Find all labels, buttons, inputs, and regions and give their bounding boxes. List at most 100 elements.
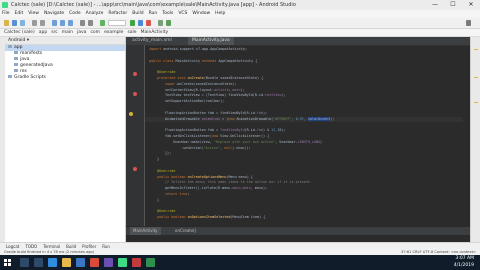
clock-date: 4/1/2019 xyxy=(453,262,474,268)
tree-item[interactable]: Gradle Scripts xyxy=(5,75,125,81)
copy-icon[interactable] xyxy=(60,20,65,26)
code-token: .onCreate(savedInstanceState); xyxy=(175,81,237,86)
editor-tab[interactable]: MainActivity.java xyxy=(188,37,234,45)
breadcrumb-item[interactable]: java xyxy=(77,30,86,35)
app-icon[interactable] xyxy=(132,258,141,267)
android-studio-window: Calctec (sale) [D:\Calctec (sale)] - ...… xyxy=(0,0,480,270)
breadcrumb: Calctec (sale) app src main java com example sa… xyxy=(0,29,480,37)
editor-tab[interactable]: activity_main.xml xyxy=(128,37,176,45)
stop-icon[interactable] xyxy=(146,20,151,26)
code-token: ; xyxy=(187,192,190,196)
menu-item-tools[interactable]: Tools xyxy=(162,11,173,16)
code-token: null xyxy=(223,145,233,150)
project-panel: Android ▾ app manifests java generatedJava r… xyxy=(5,37,126,242)
open-folder-icon[interactable] xyxy=(4,20,9,26)
code-token: LENGTH_LONG xyxy=(297,139,321,144)
menu-item-vcs[interactable]: VCS xyxy=(178,11,187,16)
code-token: (Bundle savedInstanceState) { xyxy=(203,76,264,80)
code-area[interactable]: import android.support.v7.app.AppCompatA… xyxy=(145,45,463,226)
minimize-button[interactable]: — xyxy=(426,0,444,10)
save-icon[interactable] xyxy=(12,20,17,26)
code-line: super.onCreate(savedInstanceState); xyxy=(165,82,236,87)
sync-icon[interactable] xyxy=(20,20,25,26)
code-token: public boolean xyxy=(157,174,188,179)
debug-icon[interactable] xyxy=(138,20,143,26)
warning-marker[interactable] xyxy=(474,77,478,78)
code-line: import android.support.v7.app.AppCompatA… xyxy=(149,47,247,52)
breadcrumb-item[interactable]: main xyxy=(62,30,73,35)
replace-icon[interactable] xyxy=(88,20,93,26)
menu-item-analyze[interactable]: Analyze xyxy=(86,11,104,16)
project-tree: app manifests java generatedJava res Gradle S… xyxy=(5,45,125,81)
android-studio-taskbar-icon[interactable] xyxy=(118,258,127,267)
paste-icon[interactable] xyxy=(68,20,73,26)
store-icon[interactable] xyxy=(76,258,85,267)
menu-item-navigate[interactable]: Navigate xyxy=(44,11,64,16)
menu-item-edit[interactable]: Edit xyxy=(15,11,24,16)
search-everywhere-icon[interactable] xyxy=(466,20,471,26)
code-token: findViewById xyxy=(220,128,245,133)
code-token: return true xyxy=(165,192,188,196)
breadcrumb-item[interactable]: sale xyxy=(127,30,136,35)
close-button[interactable]: ✕ xyxy=(462,0,480,10)
warning-marker[interactable] xyxy=(474,102,478,103)
system-clock[interactable]: 3:07 AM 4/1/2019 xyxy=(454,256,474,269)
undo-icon[interactable] xyxy=(32,20,37,26)
editor-breadcrumb-item[interactable]: onCreate() xyxy=(172,227,199,235)
sdk-manager-icon[interactable] xyxy=(166,20,171,26)
menu-item-build[interactable]: Build xyxy=(132,11,143,16)
project-view-selector[interactable]: Android ▾ xyxy=(5,37,125,45)
cut-icon[interactable] xyxy=(52,20,57,26)
menu-item-code[interactable]: Code xyxy=(69,11,81,16)
windows-start-icon[interactable] xyxy=(4,259,11,266)
find-icon[interactable] xyxy=(80,20,85,26)
menu-item-refactor[interactable]: Refactor xyxy=(108,11,127,16)
code-line: public boolean onOptionsItemSelected(Men… xyxy=(157,215,265,220)
code-token: ) & xyxy=(263,128,272,133)
maximize-button[interactable]: ☐ xyxy=(444,0,462,10)
code-token: (MenuItem item) { xyxy=(230,215,266,220)
code-token: }); xyxy=(165,151,172,156)
breadcrumb-item[interactable]: app xyxy=(39,30,47,35)
breadcrumb-item[interactable]: MainActivity xyxy=(141,30,169,35)
search-icon[interactable] xyxy=(20,258,29,267)
chrome-icon[interactable] xyxy=(90,258,99,267)
task-view-icon[interactable] xyxy=(34,258,43,267)
code-token: ); xyxy=(240,87,245,92)
editor-breadcrumb-item[interactable]: MainActivity xyxy=(130,227,161,235)
redo-icon[interactable] xyxy=(40,20,45,26)
breadcrumb-item[interactable]: example xyxy=(104,30,123,35)
class-run-icon[interactable] xyxy=(133,72,137,76)
menu-item-help[interactable]: Help xyxy=(215,11,225,16)
app-icon[interactable] xyxy=(104,258,113,267)
file-explorer-icon[interactable] xyxy=(62,258,71,267)
edge-icon[interactable] xyxy=(48,258,57,267)
window-title: Calctec (sale) [D:\Calctec (sale)] - ...… xyxy=(11,2,296,8)
avd-manager-icon[interactable] xyxy=(158,20,163,26)
code-line: FloatingActionButton fab = findViewById(… xyxy=(165,128,285,133)
make-project-icon[interactable] xyxy=(100,20,105,26)
breadcrumb-item[interactable]: com xyxy=(90,30,100,35)
title-bar: Calctec (sale) [D:\Calctec (sale)] - ...… xyxy=(0,0,480,10)
menu-item-file[interactable]: File xyxy=(2,11,10,16)
tree-item-label: generatedJava xyxy=(20,63,53,68)
run-icon[interactable] xyxy=(130,20,135,26)
run-config-dropdown[interactable] xyxy=(108,20,126,26)
code-token: .setAction( xyxy=(181,145,204,150)
code-line: public class MainActivity extends AppCom… xyxy=(149,59,257,64)
menu-item-view[interactable]: View xyxy=(28,11,39,16)
menu-item-run[interactable]: Run xyxy=(149,11,158,16)
code-token: super xyxy=(165,81,176,86)
breadcrumb-item[interactable]: Calctec (sale) xyxy=(4,30,35,35)
override-marker-icon[interactable] xyxy=(133,92,137,96)
warning-marker[interactable] xyxy=(474,49,478,50)
menu-item-window[interactable]: Window xyxy=(192,11,210,16)
clock-time: 3:07 AM xyxy=(455,256,475,261)
app-icon[interactable] xyxy=(146,258,155,267)
code-token: setContentView(R.layout. xyxy=(165,87,214,92)
breadcrumb-item[interactable]: src xyxy=(51,30,58,35)
code-token: public class xyxy=(149,58,176,63)
bulb-icon[interactable] xyxy=(129,112,133,116)
override-marker-icon[interactable] xyxy=(133,167,137,171)
code-token: @Override xyxy=(157,70,176,75)
